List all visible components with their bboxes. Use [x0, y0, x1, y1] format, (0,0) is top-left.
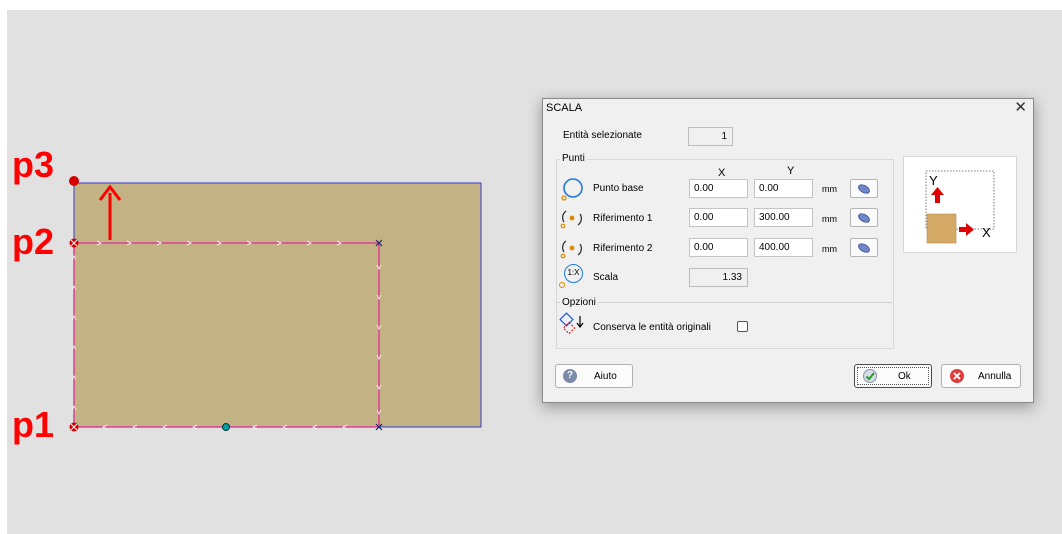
scale-ratio-icon-dot [559, 282, 565, 288]
scale-dialog: SCALA ✕ Entità selezionate 1 Punti X Y P… [542, 98, 1034, 403]
reference-1-label: Riferimento 1 [593, 213, 653, 224]
reference-2-unit: mm [822, 244, 837, 254]
scale-value: 1.33 [689, 268, 748, 287]
reference-1-x-input[interactable] [689, 208, 748, 227]
preview-x-axis-label: X [982, 225, 991, 240]
reference-1-icon [560, 210, 582, 229]
wood-panel[interactable] [73, 182, 482, 428]
column-x-header: X [718, 167, 726, 179]
pick-point-icon [858, 213, 870, 223]
pick-point-icon [858, 243, 870, 253]
options-group-label: Opzioni [560, 297, 598, 308]
close-icon[interactable]: ✕ [1014, 98, 1027, 116]
cancel-button-label: Annulla [978, 371, 1012, 382]
options-separator [556, 302, 892, 303]
ok-check-icon [863, 369, 877, 383]
base-point-label: Punto base [593, 183, 644, 194]
pick-base-point-button[interactable] [850, 179, 878, 198]
reference-1-unit: mm [822, 214, 837, 224]
help-icon: ? [563, 369, 577, 383]
pick-reference-1-button[interactable] [850, 208, 878, 227]
reference-1-y-input[interactable] [754, 208, 813, 227]
point-p3-marker[interactable] [69, 176, 79, 186]
ok-button[interactable]: Ok [854, 364, 932, 388]
selected-entities-count: 1 [688, 127, 733, 146]
scale-ratio-icon: 1:X [564, 264, 583, 283]
point-p2-marker[interactable] [69, 238, 79, 248]
keep-originals-label: Conserva le entità originali [593, 322, 711, 333]
points-group-label: Punti [560, 153, 587, 164]
point-p1-marker[interactable] [69, 422, 79, 432]
base-point-icon [561, 178, 583, 201]
pick-reference-2-button[interactable] [850, 238, 878, 257]
point-label-p3: p3 [12, 144, 55, 185]
midpoint-marker[interactable] [222, 423, 230, 431]
ok-button-label: Ok [898, 371, 911, 382]
cancel-button[interactable]: Annulla [941, 364, 1021, 388]
keep-originals-icon [559, 312, 584, 335]
help-button[interactable]: ? Aiuto [555, 364, 633, 388]
base-point-x-input[interactable] [689, 179, 748, 198]
point-label-p1: p1 [12, 404, 55, 445]
preview-y-axis-label: Y [929, 173, 938, 188]
pick-point-icon [858, 184, 870, 194]
help-button-label: Aiuto [594, 371, 617, 382]
point-label-p2: p2 [12, 221, 55, 262]
base-point-unit: mm [822, 184, 837, 194]
cancel-x-icon [950, 369, 964, 383]
keep-originals-checkbox[interactable] [737, 321, 748, 332]
base-point-y-input[interactable] [754, 179, 813, 198]
reference-2-y-input[interactable] [754, 238, 813, 257]
axis-preview: Y X [903, 156, 1017, 253]
column-y-header: Y [787, 165, 795, 177]
reference-2-icon [560, 240, 582, 259]
axis-preview-graphic [925, 170, 995, 244]
reference-2-label: Riferimento 2 [593, 243, 653, 254]
dialog-title: SCALA [546, 102, 583, 114]
selected-entities-label: Entità selezionate [563, 130, 642, 141]
scale-label: Scala [593, 272, 619, 283]
reference-2-x-input[interactable] [689, 238, 748, 257]
